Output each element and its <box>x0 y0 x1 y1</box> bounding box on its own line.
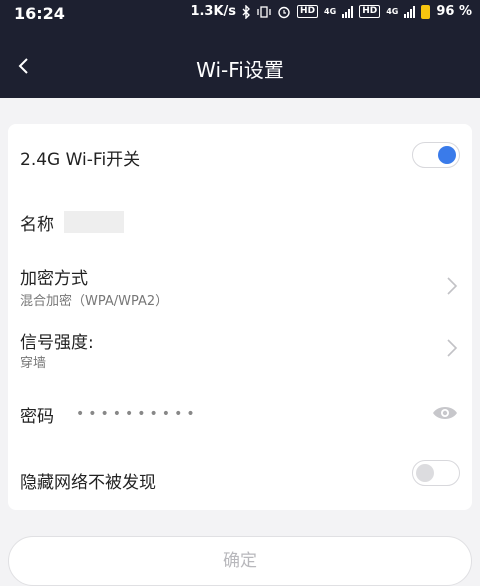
signal-value: 穿墙 <box>20 356 47 371</box>
encryption-row[interactable]: 加密方式 混合加密（WPA/WPA2） <box>8 256 472 314</box>
password-field[interactable]: •••••••••• <box>76 406 199 422</box>
alarm-icon <box>278 6 290 18</box>
wifi-toggle-row: 2.4G Wi-Fi开关 <box>8 124 472 188</box>
hide-network-label: 隐藏网络不被发现 <box>20 473 156 493</box>
page-title: Wi-Fi设置 <box>196 58 284 82</box>
network-type-2: 4G <box>386 6 399 16</box>
eye-icon[interactable] <box>432 404 458 422</box>
settings-card: 2.4G Wi-Fi开关 名称 加密方式 混合加密（WPA/WPA2） 信号强度… <box>8 124 472 510</box>
signal-icon <box>342 5 354 18</box>
network-speed: 1.3K/s <box>190 4 237 19</box>
bluetooth-icon <box>242 4 251 19</box>
wifi-toggle-label: 2.4G Wi-Fi开关 <box>20 150 141 170</box>
encryption-value: 混合加密（WPA/WPA2） <box>20 294 169 309</box>
wifi-toggle-switch[interactable] <box>412 142 460 168</box>
hd-badge: HD <box>297 5 319 18</box>
hd-badge-2: HD <box>359 5 381 18</box>
hide-network-row: 隐藏网络不被发现 <box>8 450 472 508</box>
network-type-1: 4G <box>324 6 337 16</box>
status-right: 1.3K/s HD 4G HD 4G 96 % <box>190 4 472 19</box>
battery-level: 96 % <box>436 4 472 19</box>
name-value-redacted[interactable] <box>64 211 124 233</box>
toggle-knob <box>416 464 434 482</box>
status-bar: 16:24 1.3K/s HD 4G HD 4G 96 % <box>0 0 480 28</box>
name-label: 名称 <box>20 215 54 235</box>
battery-icon <box>421 4 431 19</box>
signal-label: 信号强度: <box>20 333 94 353</box>
chevron-right-icon <box>447 277 458 295</box>
top-bar: 16:24 1.3K/s HD 4G HD 4G 96 % Wi-Fi设置 <box>0 0 480 98</box>
hide-network-switch[interactable] <box>412 460 460 486</box>
status-time: 16:24 <box>14 4 65 23</box>
signal-row[interactable]: 信号强度: 穿墙 <box>8 322 472 380</box>
confirm-button[interactable]: 确定 <box>8 536 472 586</box>
vibrate-icon <box>257 5 271 18</box>
chevron-right-icon <box>447 339 458 357</box>
encryption-label: 加密方式 <box>20 269 88 289</box>
password-label: 密码 <box>20 407 54 427</box>
signal-icon-2 <box>404 5 416 18</box>
toggle-knob <box>438 146 456 164</box>
